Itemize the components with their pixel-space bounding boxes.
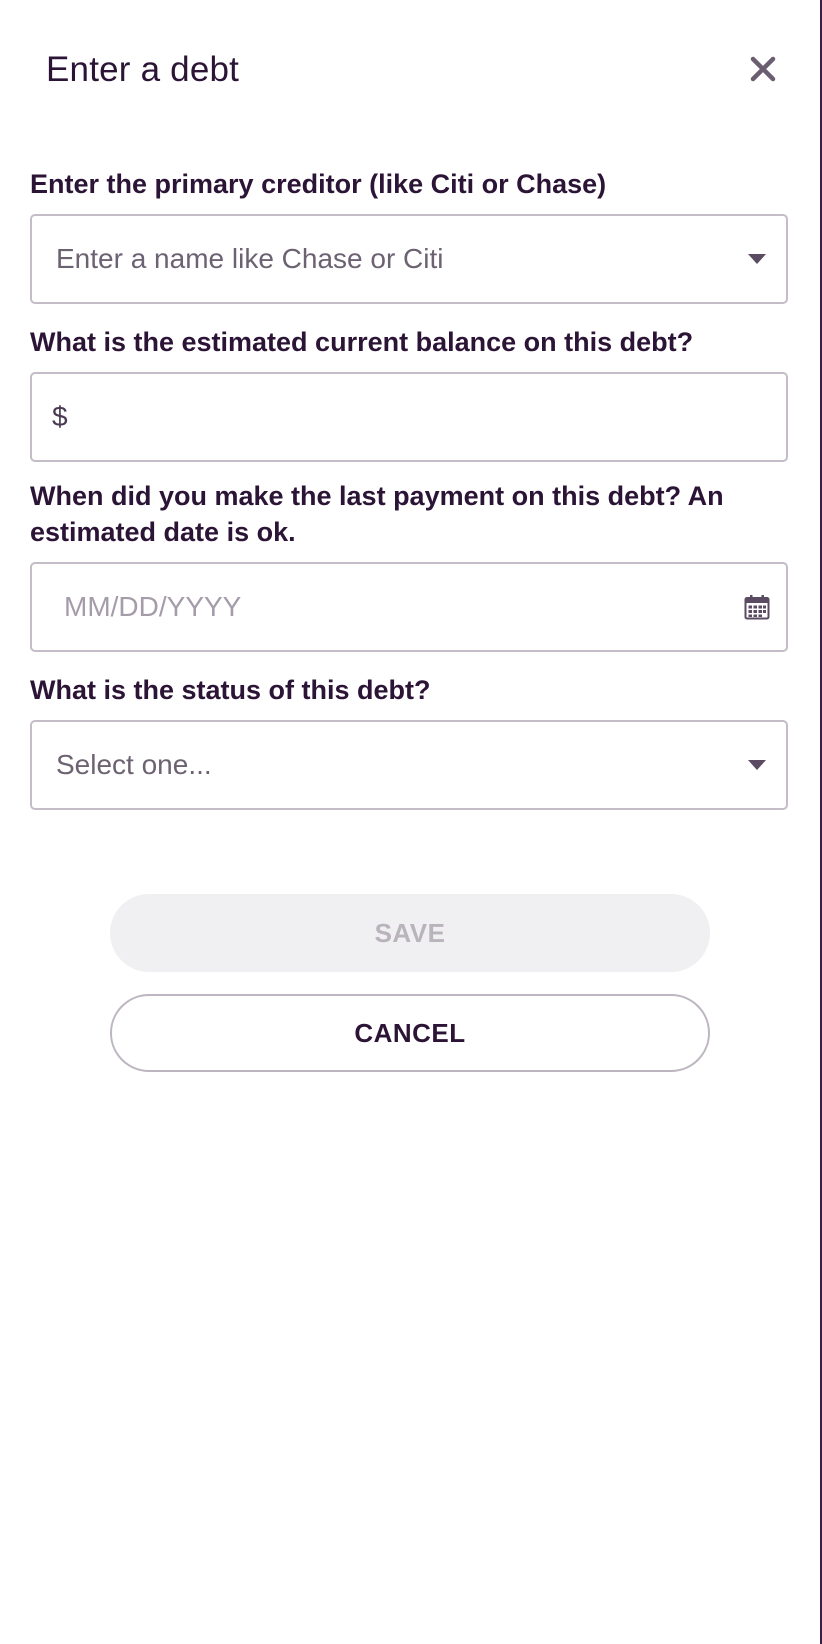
status-selected-value: Select one... xyxy=(56,749,212,780)
close-button[interactable] xyxy=(746,52,780,86)
last-payment-label: When did you make the last payment on th… xyxy=(30,481,724,547)
cancel-button[interactable]: CANCEL xyxy=(110,994,710,1072)
last-payment-date-input[interactable]: MM/DD/YYYY xyxy=(30,562,788,652)
balance-input[interactable]: $ xyxy=(30,372,788,462)
modal-header: Enter a debt xyxy=(0,0,820,140)
creditor-label: Enter the primary creditor (like Citi or… xyxy=(30,169,607,199)
close-icon[interactable] xyxy=(750,56,776,82)
chevron-down-icon[interactable] xyxy=(748,760,766,770)
creditor-select[interactable]: Enter a name like Chase or Citi xyxy=(30,214,788,304)
calendar-icon[interactable] xyxy=(744,594,770,620)
creditor-placeholder: Enter a name like Chase or Citi xyxy=(56,243,444,274)
status-label: What is the status of this debt? xyxy=(30,675,431,705)
modal-title: Enter a debt xyxy=(46,50,240,89)
balance-label: What is the estimated current balance on… xyxy=(30,327,694,357)
date-placeholder: MM/DD/YYYY xyxy=(64,591,242,622)
save-button[interactable]: SAVE xyxy=(110,894,710,972)
status-select[interactable]: Select one... xyxy=(30,720,788,810)
currency-prefix: $ xyxy=(52,401,68,432)
chevron-down-icon[interactable] xyxy=(748,254,766,264)
